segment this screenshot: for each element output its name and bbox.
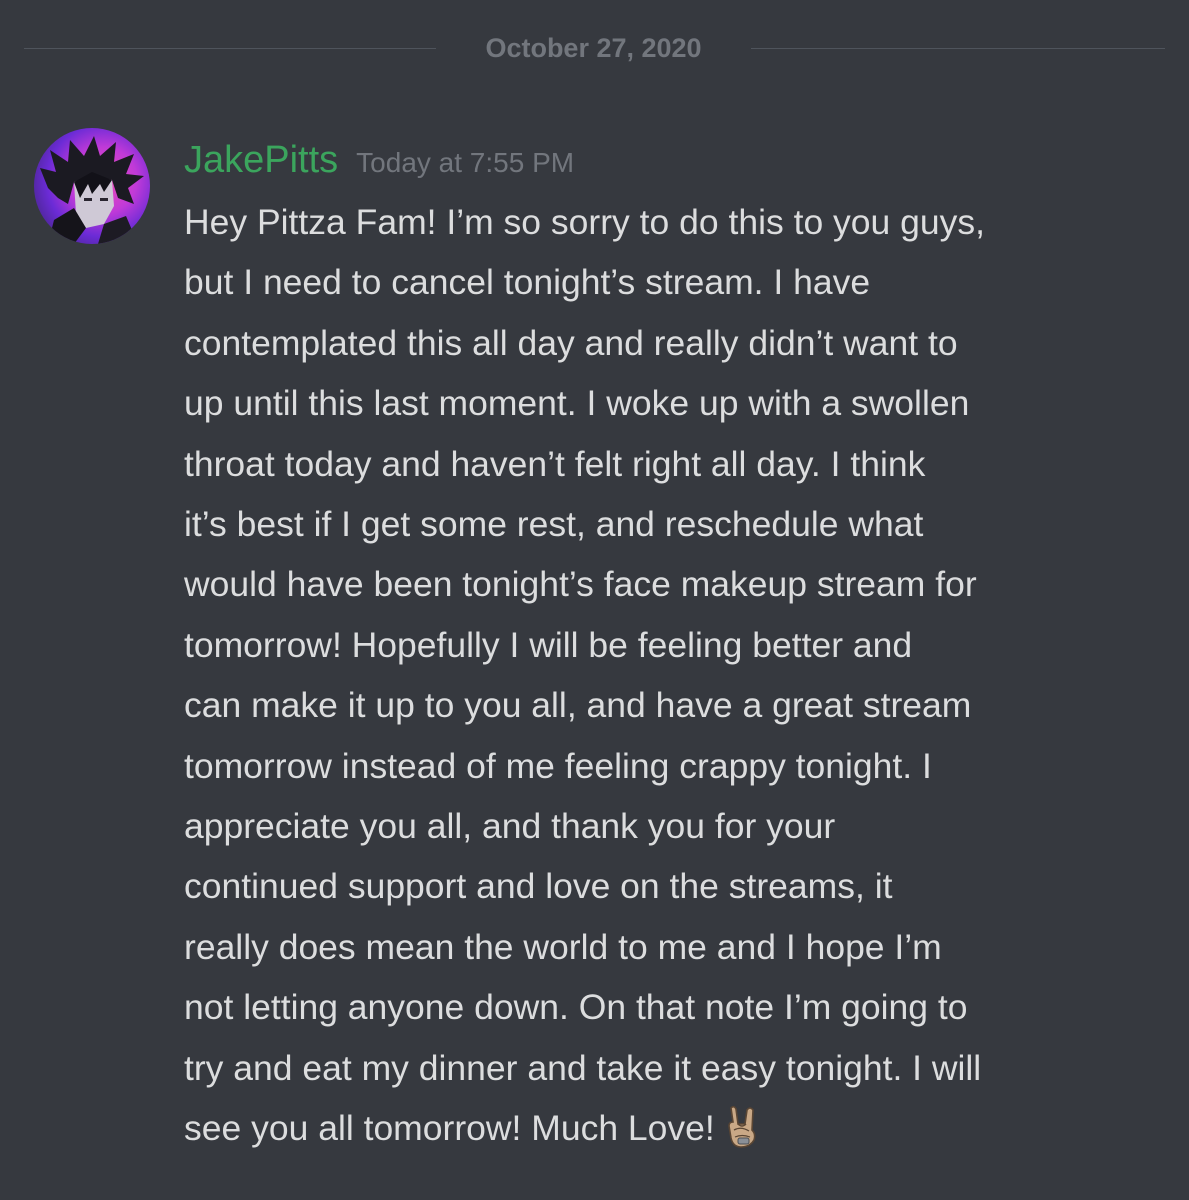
message-content: Hey Pittza Fam! I’m so sorry to do this …: [184, 192, 1174, 1159]
message-text: Hey Pittza Fam! I’m so sorry to do this …: [184, 202, 986, 1149]
avatar[interactable]: [34, 128, 150, 244]
timestamp[interactable]: Today at 7:55 PM: [356, 147, 574, 178]
avatar-image: [40, 136, 144, 244]
date-divider-label: October 27, 2020: [485, 33, 702, 63]
message-header: JakePitts Today at 7:55 PM: [184, 134, 574, 186]
username[interactable]: JakePitts: [184, 139, 338, 181]
divider-line-right: [751, 48, 1165, 49]
sign-of-the-horns-icon: [725, 1104, 763, 1148]
divider-line-left: [24, 48, 436, 49]
